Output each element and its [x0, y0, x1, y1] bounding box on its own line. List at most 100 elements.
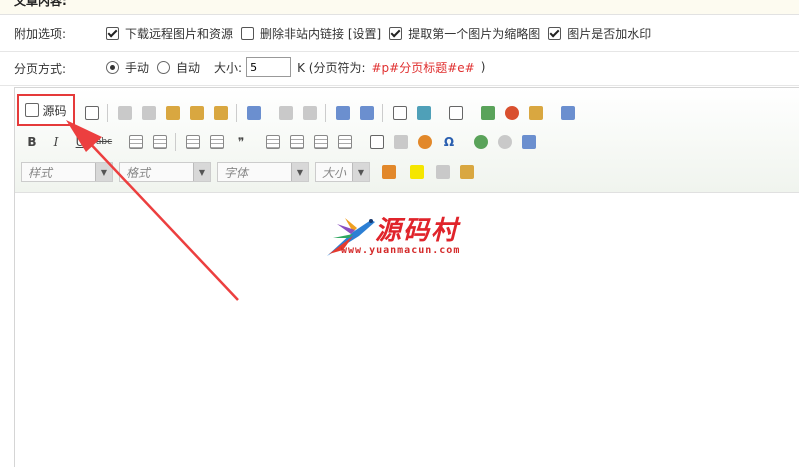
- cut-icon: [118, 105, 132, 120]
- underline-button[interactable]: U: [69, 131, 91, 153]
- paste-word-icon: [214, 105, 228, 120]
- image-button[interactable]: [477, 102, 499, 124]
- download-remote-label: 下载远程图片和资源: [125, 27, 234, 41]
- outdent-button[interactable]: [182, 131, 204, 153]
- special-char-button[interactable]: Ω: [438, 131, 460, 153]
- align-right-button[interactable]: [310, 131, 332, 153]
- numbered-list-icon: [129, 135, 143, 149]
- first-image-thumbnail-checkbox[interactable]: [389, 27, 403, 40]
- list-group: ❞: [125, 131, 254, 153]
- remove-format-button[interactable]: [413, 102, 435, 124]
- link-icon: [474, 135, 488, 149]
- style-select[interactable]: 样式 ▼: [21, 162, 113, 182]
- copy-icon: [142, 105, 156, 120]
- link-button[interactable]: [470, 131, 492, 153]
- remove-external-links-label[interactable]: 删除非站内链接 [设置]: [260, 25, 381, 42]
- maximize-icon: [561, 105, 575, 120]
- paste-word-button[interactable]: [210, 102, 232, 124]
- bulleted-list-icon: [153, 135, 167, 149]
- chevron-down-icon: ▼: [352, 163, 369, 181]
- section-header: 文章内容:: [0, 0, 799, 15]
- font-select[interactable]: 字体 ▼: [217, 162, 309, 182]
- pinyin-icon: [436, 165, 450, 179]
- download-remote-checkbox[interactable]: [106, 27, 119, 40]
- align-right-icon: [314, 135, 328, 149]
- align-left-button[interactable]: [262, 131, 284, 153]
- logo: 源码村 www.yuanmacun.com: [323, 210, 493, 266]
- section-title: 文章内容:: [14, 0, 67, 8]
- align-justify-icon: [338, 135, 352, 149]
- align-center-button[interactable]: [286, 131, 308, 153]
- history-group: [275, 102, 437, 124]
- text-color-icon: [382, 165, 396, 179]
- indent-icon: [210, 135, 224, 149]
- blockquote-button[interactable]: ❞: [230, 131, 252, 153]
- unlink-button[interactable]: [494, 131, 516, 153]
- auto-radio[interactable]: [157, 60, 171, 74]
- align-justify-button[interactable]: [334, 131, 356, 153]
- flash-icon: [505, 105, 519, 120]
- redo-button[interactable]: [299, 102, 321, 124]
- code-icon: [460, 165, 474, 179]
- source-button[interactable]: 源码: [17, 94, 75, 126]
- toolbar-row-1: 源码: [17, 94, 581, 126]
- watermark-label: 图片是否加水印: [567, 27, 652, 41]
- outdent-icon: [186, 135, 200, 149]
- manual-radio[interactable]: [106, 60, 119, 74]
- toolbar-separator: [382, 103, 383, 122]
- source-icon: [25, 103, 40, 117]
- paste-text-button[interactable]: [186, 102, 208, 124]
- maximize-button[interactable]: [557, 102, 579, 124]
- toolbar-separator: [236, 103, 237, 122]
- manual-label: 手动: [125, 60, 150, 75]
- bold-button[interactable]: B: [21, 131, 43, 153]
- text-color-button[interactable]: [376, 161, 402, 183]
- size-select[interactable]: 大小 ▼: [315, 162, 370, 182]
- bulleted-list-button[interactable]: [149, 131, 171, 153]
- strikethrough-button[interactable]: abc: [93, 131, 115, 153]
- replace-button[interactable]: [356, 102, 378, 124]
- background-color-button[interactable]: [404, 161, 430, 183]
- table-button[interactable]: [366, 131, 388, 153]
- page-size-input[interactable]: [246, 57, 292, 77]
- pinyin-button[interactable]: [432, 161, 454, 183]
- link-group: [470, 131, 542, 153]
- copy-button[interactable]: [138, 102, 160, 124]
- redo-icon: [303, 105, 317, 120]
- find-button[interactable]: [332, 102, 354, 124]
- font-select-label: 字体: [224, 165, 249, 180]
- numbered-list-button[interactable]: [125, 131, 147, 153]
- print-button[interactable]: [243, 102, 265, 124]
- preview-button[interactable]: [445, 102, 467, 124]
- auto-label: 自动: [176, 60, 201, 75]
- template-button[interactable]: [81, 102, 103, 124]
- toolbar-row-2: B I U abc ❞ Ω: [21, 131, 550, 153]
- indent-button[interactable]: [206, 131, 228, 153]
- select-all-button[interactable]: [389, 102, 411, 124]
- paste-button[interactable]: [162, 102, 184, 124]
- print-icon: [247, 105, 261, 120]
- insert-group: [477, 102, 549, 124]
- remove-external-links-checkbox[interactable]: [241, 27, 255, 40]
- flash-button[interactable]: [501, 102, 523, 124]
- watermark-checkbox[interactable]: [548, 27, 562, 40]
- table-icon: [370, 135, 384, 149]
- editor-content[interactable]: 源码村 www.yuanmacun.com: [15, 193, 799, 468]
- italic-button[interactable]: I: [45, 131, 67, 153]
- horizontal-rule-button[interactable]: [390, 131, 412, 153]
- undo-button[interactable]: [275, 102, 297, 124]
- media-button[interactable]: [525, 102, 547, 124]
- anchor-button[interactable]: [518, 131, 540, 153]
- paging-label: 分页方式:: [14, 62, 67, 76]
- paging-row: 分页方式: 手动 自动 大小: K (分页符为: #p#分页标题#e# ): [0, 52, 799, 86]
- tools-group: [445, 102, 469, 124]
- smiley-button[interactable]: [414, 131, 436, 153]
- image-icon: [481, 105, 495, 120]
- cut-button[interactable]: [114, 102, 136, 124]
- format-select[interactable]: 格式 ▼: [119, 162, 211, 182]
- flag-icon: [522, 135, 536, 149]
- close-paren: ): [480, 60, 486, 74]
- eraser-icon: [417, 105, 431, 120]
- paste-text-icon: [190, 105, 204, 120]
- insert-code-button[interactable]: [456, 161, 478, 183]
